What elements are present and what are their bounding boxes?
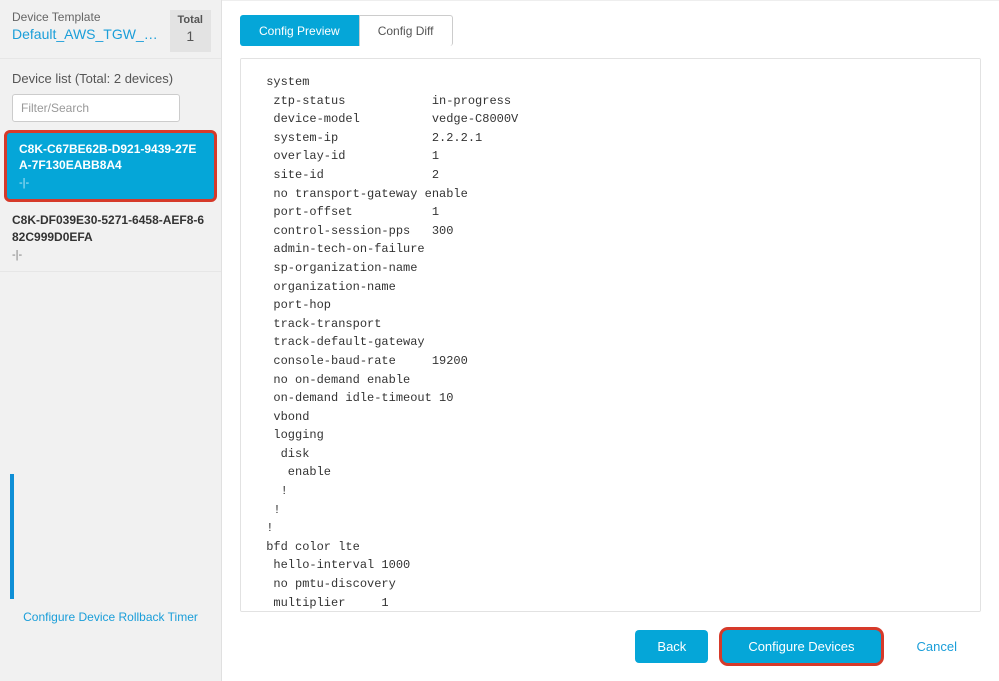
sidebar-accent-bar [10, 474, 14, 599]
main-panel: Config Preview Config Diff system ztp-st… [222, 0, 999, 681]
device-item[interactable]: C8K-DF039E30-5271-6458-AEF8-682C999D0EFA… [0, 204, 221, 271]
device-id: C8K-DF039E30-5271-6458-AEF8-682C999D0EFA [12, 212, 209, 244]
total-column: Total 1 [170, 10, 211, 52]
sidebar: Device Template Default_AWS_TGW_C8... To… [0, 0, 222, 681]
config-preview-pane[interactable]: system ztp-status in-progress device-mod… [240, 58, 981, 612]
tab-config-preview[interactable]: Config Preview [240, 15, 359, 46]
device-item-selected[interactable]: C8K-C67BE62B-D921-9439-27EA-7F130EABB8A4… [4, 130, 217, 202]
device-id: C8K-C67BE62B-D921-9439-27EA-7F130EABB8A4 [19, 141, 202, 173]
app-root: Device Template Default_AWS_TGW_C8... To… [0, 0, 999, 681]
cancel-button[interactable]: Cancel [895, 630, 979, 663]
sidebar-header-row: Device Template Default_AWS_TGW_C8... To… [12, 10, 211, 52]
total-value: 1 [178, 28, 203, 44]
sidebar-footer: Configure Device Rollback Timer [0, 608, 221, 626]
device-list-header: Device list (Total: 2 devices) [0, 59, 221, 128]
action-bar: Back Configure Devices Cancel [222, 612, 999, 681]
sidebar-header: Device Template Default_AWS_TGW_C8... To… [0, 0, 221, 59]
tab-config-diff[interactable]: Config Diff [359, 15, 453, 46]
config-text: system ztp-status in-progress device-mod… [259, 73, 962, 612]
device-template-label: Device Template [12, 10, 167, 24]
device-list-title: Device list (Total: 2 devices) [12, 71, 209, 86]
device-sub: -|- [12, 249, 209, 261]
search-input[interactable] [12, 94, 180, 122]
tab-bar: Config Preview Config Diff [222, 1, 999, 46]
total-label: Total [178, 14, 203, 26]
device-template-name[interactable]: Default_AWS_TGW_C8... [12, 26, 167, 42]
device-list: C8K-C67BE62B-D921-9439-27EA-7F130EABB8A4… [0, 128, 221, 272]
rollback-timer-link[interactable]: Configure Device Rollback Timer [23, 610, 198, 624]
device-sub: -|- [19, 177, 202, 189]
back-button[interactable]: Back [635, 630, 708, 663]
configure-devices-button[interactable]: Configure Devices [722, 630, 880, 663]
sidebar-header-labels: Device Template Default_AWS_TGW_C8... [12, 10, 167, 42]
